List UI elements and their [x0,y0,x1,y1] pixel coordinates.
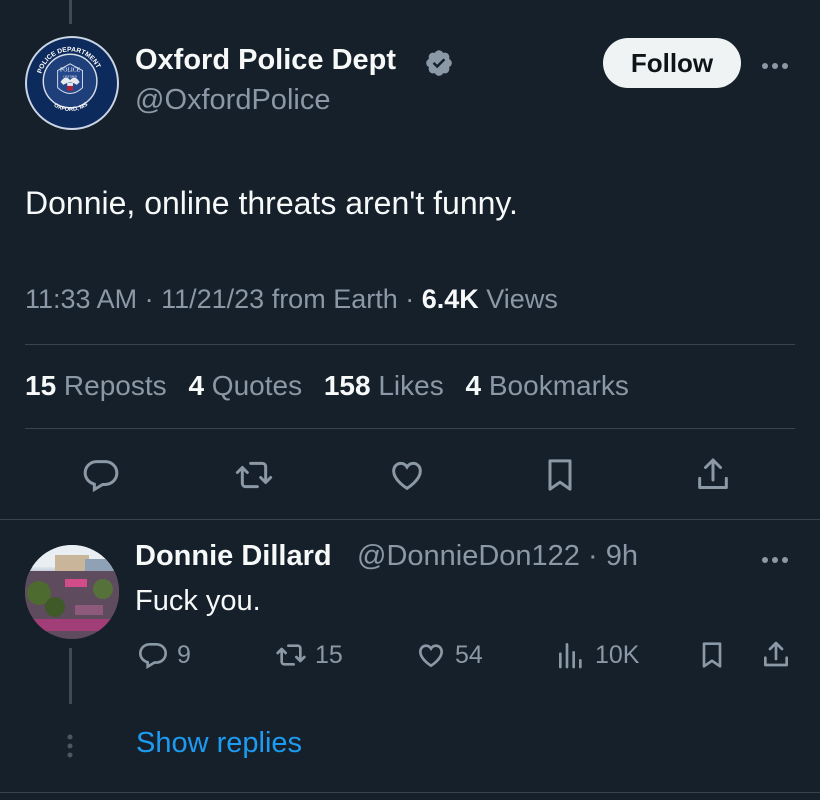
reply-icon[interactable] [81,455,121,495]
reply-author-handle[interactable]: @DonnieDon122 [357,540,580,572]
reply-like-button[interactable]: 54 [415,638,483,672]
meta-separator: · [397,284,422,314]
share-icon [764,641,788,667]
avatar-oxford-police[interactable]: POLICE OXFORD POLICE DEPARTMENT OXFORD, … [25,36,119,130]
reply-icon [138,643,168,669]
bookmark-icon[interactable] [540,455,580,495]
more-replies-dots-icon [67,734,73,758]
bookmarks-stat[interactable]: 4 Bookmarks [466,370,629,401]
tweet-meta: 11:33 AM · 11/21/23 from Earth · 6.4K Vi… [25,284,558,315]
crowd-photo-image [25,545,119,639]
reply-time[interactable]: 9h [606,540,638,572]
reply-reposts-count: 15 [315,640,343,669]
more-options-icon[interactable] [760,50,790,74]
divider [0,792,820,793]
author-name[interactable]: Oxford Police Dept [135,44,396,77]
divider [25,428,795,429]
views-icon [559,643,582,669]
reply-views-button[interactable]: 10K [555,638,639,672]
tweet-time[interactable]: 11:33 AM [25,284,137,314]
badge-center-text: POLICE [60,68,81,74]
reply-reply-button[interactable]: 9 [137,638,191,672]
engagement-stats: 15 Reposts 4 Quotes 158 Likes 4 Bookmark… [25,370,643,402]
reply-likes-count: 54 [455,640,483,669]
views-count: 6.4K [421,284,479,314]
author-handle[interactable]: @OxfordPolice [135,84,330,117]
reply-share-button[interactable] [760,638,800,672]
divider [25,344,795,345]
tweet-date[interactable]: 11/21/23 [161,284,264,314]
reply-time-separator: · [579,540,606,572]
bookmark-icon [702,642,722,668]
reply-replies-count: 9 [177,640,191,669]
badge-center-sub-text: OXFORD [63,74,77,78]
reply-bookmark-button[interactable] [696,638,736,672]
reply-text: Fuck you. [135,585,261,617]
meta-separator: · [137,284,162,314]
share-icon[interactable] [693,455,733,495]
tweet-source: from Earth [264,284,398,314]
reply-views-count: 10K [595,640,640,669]
views-label: Views [478,284,558,314]
like-icon[interactable] [387,455,427,495]
thread-connector [69,648,72,704]
verified-badge-icon [426,50,452,76]
repost-icon[interactable] [234,455,274,495]
reply-author-name[interactable]: Donnie Dillard [135,540,332,573]
likes-stat[interactable]: 158 Likes [324,370,444,401]
thread-connector-top [69,0,72,24]
reposts-stat[interactable]: 15 Reposts [25,370,167,401]
reply-repost-button[interactable]: 15 [275,638,343,672]
reply-more-options-icon[interactable] [760,544,790,568]
quotes-stat[interactable]: 4 Quotes [188,370,302,401]
show-replies-link[interactable]: Show replies [136,727,302,760]
follow-button[interactable]: Follow [603,38,741,88]
avatar-donnie-dillard[interactable] [25,545,119,639]
reply-author-meta: @DonnieDon122 · 9h [357,540,638,573]
like-icon [418,644,444,668]
repost-icon [276,644,306,666]
divider [0,519,820,520]
police-badge-logo: POLICE OXFORD POLICE DEPARTMENT OXFORD, … [27,38,113,124]
tweet-text: Donnie, online threats aren't funny. [25,185,518,221]
